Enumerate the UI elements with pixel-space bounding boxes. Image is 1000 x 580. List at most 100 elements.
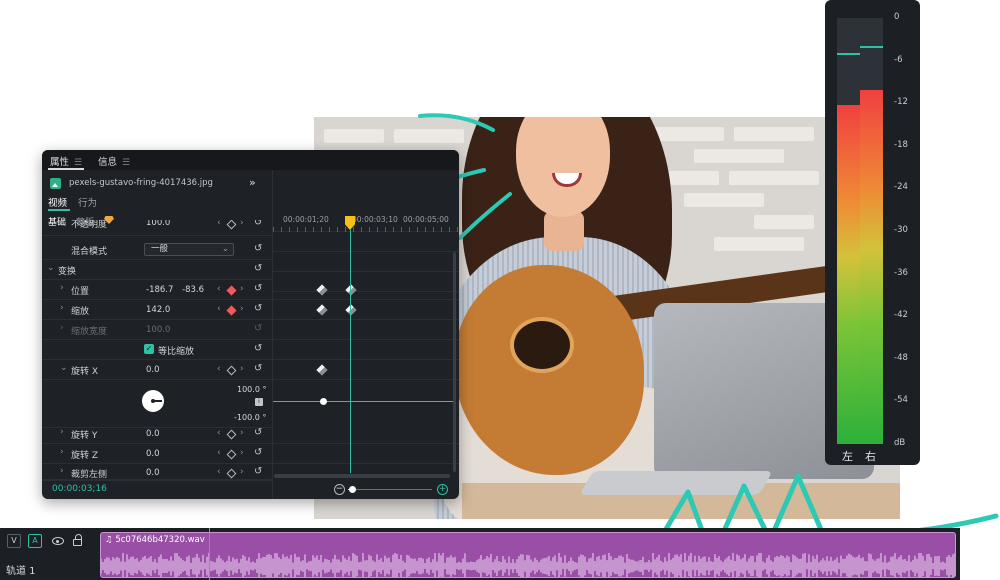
zoom-slider-track[interactable]: [348, 489, 432, 490]
tab-behavior[interactable]: 行为: [78, 195, 97, 209]
next-keyframe-icon[interactable]: ›: [240, 364, 244, 374]
scale-width-value: 100.0: [146, 325, 171, 335]
next-keyframe-icon[interactable]: ›: [240, 284, 244, 294]
rotation-dial[interactable]: [142, 390, 164, 412]
reset-icon[interactable]: ↺: [254, 447, 262, 458]
audio-clip[interactable]: ♫ 5c07646b47320.wav: [100, 532, 956, 578]
info-icon[interactable]: i: [255, 398, 263, 406]
position-y-value[interactable]: -83.6: [182, 285, 204, 295]
rotate-x-value[interactable]: 0.0: [146, 365, 160, 375]
keyframe-toggle-icon[interactable]: [226, 468, 237, 479]
db-scale-label: -48: [894, 352, 908, 363]
menu-icon[interactable]: ☰: [122, 158, 130, 168]
rotate-z-value[interactable]: 0.0: [146, 449, 160, 459]
right-channel-peak: [860, 45, 883, 48]
tab-info[interactable]: 信息 ☰: [98, 154, 130, 168]
reset-icon[interactable]: ↺: [254, 243, 262, 254]
keyframe-toggle-icon[interactable]: [226, 365, 237, 376]
db-scale-label: -18: [894, 139, 908, 150]
timeline-playhead[interactable]: [209, 528, 210, 580]
scale-value[interactable]: 142.0: [146, 305, 170, 315]
next-keyframe-icon[interactable]: ›: [240, 304, 244, 314]
blend-mode-dropdown[interactable]: 一般 ⌄: [144, 243, 234, 256]
reset-icon[interactable]: ↺: [254, 303, 262, 314]
keyframe-marker[interactable]: [316, 304, 328, 316]
prev-keyframe-icon[interactable]: ‹: [217, 467, 221, 477]
keyframe-marker[interactable]: [345, 304, 357, 316]
audio-level-meter: 0 -6 -12 -18 -24 -30 -36 -42 -48 -54 dB 左 右: [825, 0, 920, 465]
uniform-scale-checkbox[interactable]: ✓: [144, 344, 154, 354]
expand-panel-button[interactable]: »: [249, 176, 256, 189]
prev-keyframe-icon[interactable]: ‹: [217, 304, 221, 314]
next-keyframe-icon[interactable]: ›: [240, 467, 244, 477]
reset-icon[interactable]: ↺: [254, 263, 262, 274]
keyframe-marker[interactable]: [345, 284, 357, 296]
prev-keyframe-icon[interactable]: ‹: [217, 284, 221, 294]
waveform-path: [101, 553, 955, 577]
keyframe-active-icon[interactable]: [226, 285, 237, 296]
keyframe-track-scale-width: [273, 320, 459, 340]
crop-left-value[interactable]: 0.0: [146, 468, 160, 478]
chevron-down-icon[interactable]: ⌄: [47, 263, 55, 273]
audio-waveform: [101, 553, 955, 577]
keyframe-active-icon[interactable]: [226, 305, 237, 316]
audio-track-toggle[interactable]: A: [28, 534, 42, 548]
tab-properties[interactable]: 属性 ☰: [50, 154, 82, 168]
reset-icon[interactable]: ↺: [254, 466, 262, 477]
reset-icon[interactable]: ↺: [254, 283, 262, 294]
prev-keyframe-icon[interactable]: ‹: [217, 428, 221, 438]
keyframe-toggle-icon[interactable]: [226, 429, 237, 440]
prev-keyframe-icon[interactable]: ‹: [217, 364, 221, 374]
next-keyframe-icon[interactable]: ›: [240, 448, 244, 458]
prev-keyframe-icon[interactable]: ‹: [217, 448, 221, 458]
crop-left-label: 裁剪左侧: [71, 470, 108, 480]
vertical-scrollbar[interactable]: [453, 252, 456, 472]
chevron-right-icon[interactable]: ›: [60, 427, 64, 437]
chevron-right-icon[interactable]: ›: [60, 220, 64, 228]
keyframe-marker[interactable]: [316, 364, 328, 376]
property-row-opacity: › 不透明度 100.0 ‹ › ↺: [42, 220, 272, 236]
db-scale-label: 0: [894, 12, 900, 22]
keyframe-toggle-icon[interactable]: [226, 449, 237, 460]
reset-icon[interactable]: ↺: [254, 220, 262, 228]
left-channel-peak: [837, 52, 860, 55]
keyframe-track-rotate-y: [273, 424, 459, 444]
active-subtab-indicator: [48, 209, 70, 211]
track-name: 轨道 1: [6, 566, 36, 577]
tab-video[interactable]: 视频: [48, 195, 67, 209]
position-x-value[interactable]: -186.7: [146, 285, 173, 295]
left-channel-bar: [837, 18, 860, 444]
property-row-crop-left: › 裁剪左侧 0.0 ‹ › ↺: [42, 463, 272, 480]
reset-icon[interactable]: ↺: [254, 363, 262, 374]
lock-icon[interactable]: [73, 534, 82, 546]
uniform-scale-label: 等比缩放: [158, 347, 195, 357]
reset-icon[interactable]: ↺: [254, 427, 262, 438]
chevron-down-icon[interactable]: ⌄: [60, 363, 68, 373]
rotation-curve-point[interactable]: [320, 398, 327, 405]
keyframe-ruler[interactable]: 00:00:01;20 00:00:03;10 00:00:05;00: [273, 170, 459, 232]
menu-icon[interactable]: ☰: [74, 158, 82, 168]
panel-tab-bar: 属性 ☰ 信息 ☰: [42, 150, 459, 170]
zoom-out-icon[interactable]: −: [334, 484, 345, 495]
opacity-value[interactable]: 100.0: [146, 220, 170, 228]
keyframe-marker[interactable]: [316, 284, 328, 296]
chevron-right-icon[interactable]: ›: [60, 283, 64, 293]
chevron-right-icon[interactable]: ›: [60, 466, 64, 476]
rotate-y-value[interactable]: 0.0: [146, 429, 160, 439]
next-keyframe-icon[interactable]: ›: [240, 428, 244, 438]
chevron-right-icon[interactable]: ›: [60, 447, 64, 457]
chevron-right-icon[interactable]: ›: [60, 303, 64, 313]
reset-icon[interactable]: ↺: [254, 343, 262, 354]
prev-keyframe-icon[interactable]: ‹: [217, 220, 221, 228]
db-scale-label: -12: [894, 97, 908, 108]
left-channel-level: [837, 105, 860, 444]
keyframe-track-rotate-z: [273, 444, 459, 464]
video-track-toggle[interactable]: V: [7, 534, 21, 548]
horizontal-scrollbar[interactable]: [274, 474, 450, 478]
keyframe-toggle-icon[interactable]: [226, 220, 237, 230]
zoom-slider-handle[interactable]: [349, 486, 356, 493]
next-keyframe-icon[interactable]: ›: [240, 220, 244, 228]
zoom-in-icon[interactable]: +: [437, 484, 448, 495]
property-row-transform[interactable]: ⌄ 变换 ↺: [42, 260, 272, 280]
eye-icon[interactable]: [52, 537, 64, 545]
